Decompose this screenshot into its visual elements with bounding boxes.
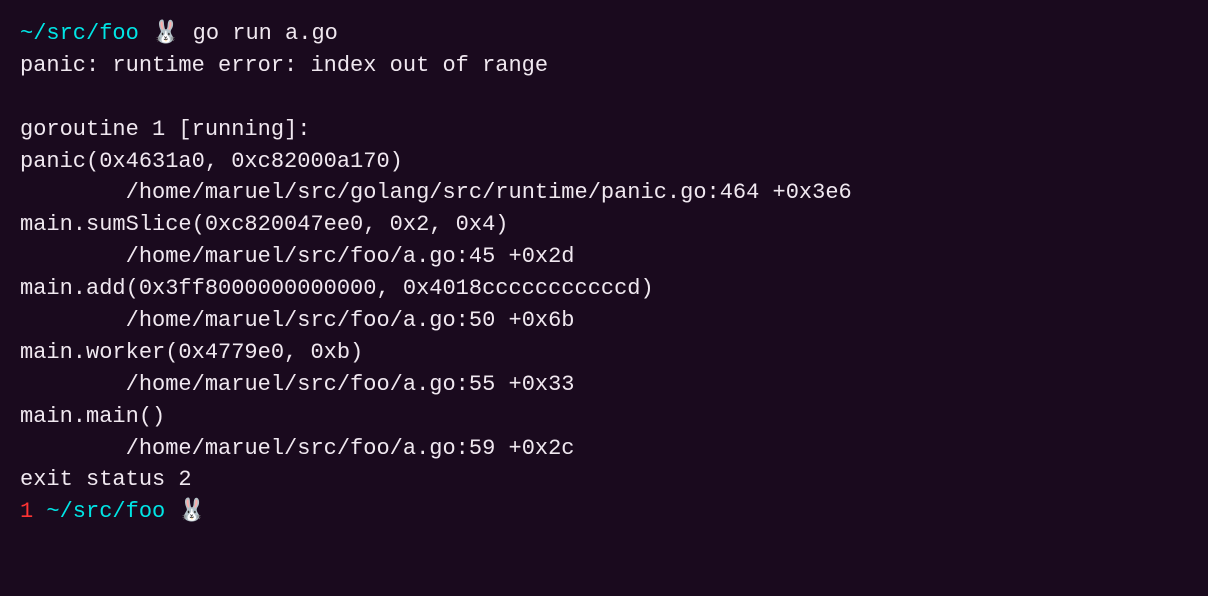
command-line: ~/src/foo 🐰 go run a.go — [20, 18, 1188, 50]
prompt2-rabbit: 🐰 — [165, 496, 206, 528]
panic-error-line: panic: runtime error: index out of range — [20, 50, 1188, 82]
stack-text: main.main() — [20, 401, 165, 433]
second-prompt-line: 1 ~/src/foo 🐰 — [20, 496, 1188, 528]
blank-line — [20, 82, 1188, 114]
stack-text: /home/maruel/src/foo/a.go:45 +0x2d — [20, 241, 575, 273]
stack-line-main-call: main.main() — [20, 401, 1188, 433]
stack-line-sumslice-call: main.sumSlice(0xc820047ee0, 0x2, 0x4) — [20, 209, 1188, 241]
exit-status-text: exit status 2 — [20, 464, 192, 496]
stack-text: main.add(0x3ff8000000000000, 0x4018ccccc… — [20, 273, 654, 305]
terminal: ~/src/foo 🐰 go run a.go panic: runtime e… — [20, 18, 1188, 578]
stack-line-panic-call: panic(0x4631a0, 0xc82000a170) — [20, 146, 1188, 178]
stack-line-main-path: /home/maruel/src/foo/a.go:59 +0x2c — [20, 433, 1188, 465]
prompt2-path: ~/src/foo — [33, 496, 165, 528]
stack-line-add-call: main.add(0x3ff8000000000000, 0x4018ccccc… — [20, 273, 1188, 305]
stack-line-sumslice-path: /home/maruel/src/foo/a.go:45 +0x2d — [20, 241, 1188, 273]
prompt-command: go run a.go — [179, 18, 337, 50]
prompt-number: 1 — [20, 496, 33, 528]
stack-line-add-path: /home/maruel/src/foo/a.go:50 +0x6b — [20, 305, 1188, 337]
stack-line-worker-call: main.worker(0x4779e0, 0xb) — [20, 337, 1188, 369]
prompt-rabbit: 🐰 — [139, 18, 180, 50]
stack-text: /home/maruel/src/foo/a.go:55 +0x33 — [20, 369, 575, 401]
panic-error-text: panic: runtime error: index out of range — [20, 50, 548, 82]
stack-text: main.worker(0x4779e0, 0xb) — [20, 337, 363, 369]
goroutine-line: goroutine 1 [running]: — [20, 114, 1188, 146]
prompt-path: ~/src/foo — [20, 18, 139, 50]
stack-text: /home/maruel/src/golang/src/runtime/pani… — [20, 177, 852, 209]
stack-text: panic(0x4631a0, 0xc82000a170) — [20, 146, 403, 178]
stack-line-worker-path: /home/maruel/src/foo/a.go:55 +0x33 — [20, 369, 1188, 401]
exit-status-line: exit status 2 — [20, 464, 1188, 496]
stack-text: /home/maruel/src/foo/a.go:59 +0x2c — [20, 433, 575, 465]
stack-text: main.sumSlice(0xc820047ee0, 0x2, 0x4) — [20, 209, 508, 241]
stack-line-panic-path: /home/maruel/src/golang/src/runtime/pani… — [20, 177, 1188, 209]
goroutine-text: goroutine 1 [running]: — [20, 114, 310, 146]
stack-text: /home/maruel/src/foo/a.go:50 +0x6b — [20, 305, 575, 337]
